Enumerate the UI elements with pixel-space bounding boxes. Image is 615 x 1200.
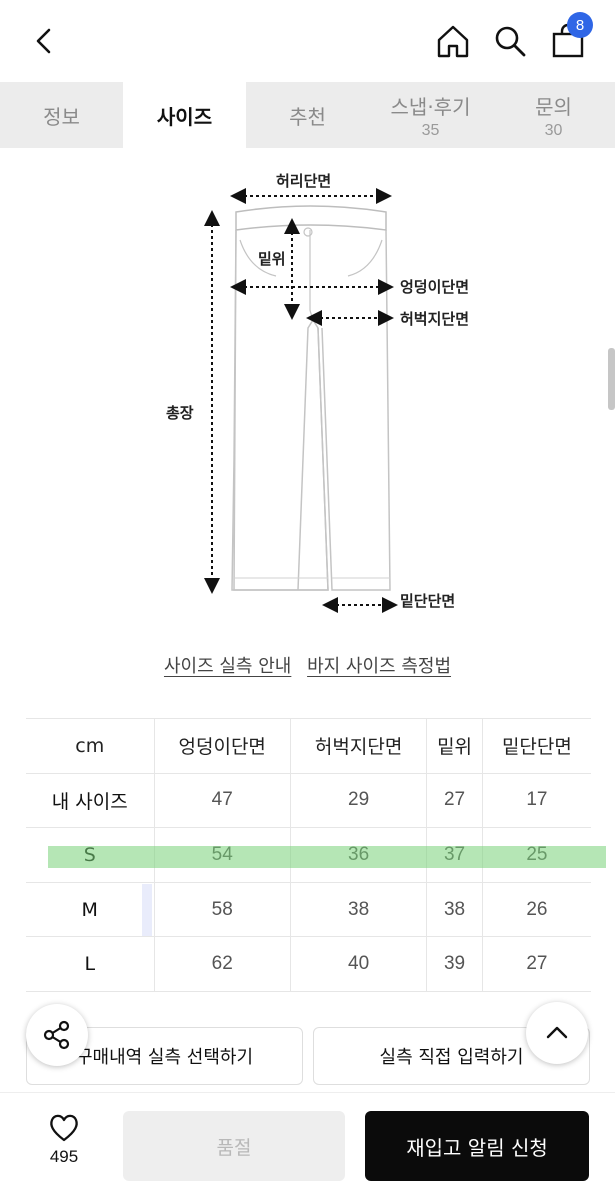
row-label: L [26,936,155,992]
table-cell: 25 [482,827,591,883]
pants-size-diagram: 허리단면 밑위 엉덩이단면 허벅지단면 총장 밑단단면 [150,160,490,620]
table-cell: 39 [426,936,483,992]
table-cell: 27 [482,936,591,992]
table-cell: 38 [426,882,483,938]
like-button[interactable]: 495 [34,1113,94,1167]
tab-info[interactable]: 정보 [0,82,123,148]
row-label: M [26,882,155,938]
top-app-bar: 8 [0,0,615,82]
page-scrollbar[interactable] [608,348,615,410]
bottom-purchase-bar: 495 품절 재입고 알림 신청 [0,1092,615,1200]
thigh-label: 허벅지단면 [400,310,470,328]
search-button[interactable] [487,18,533,64]
restock-alert-button[interactable]: 재입고 알림 신청 [365,1111,589,1181]
tab-count: 35 [421,121,440,139]
tab-snap-review[interactable]: 스냅·후기 35 [369,82,492,148]
tab-count: 30 [544,121,563,139]
table-cell: 62 [154,936,291,992]
button-label: 재입고 알림 신청 [406,1135,548,1160]
hem-label: 밑단단면 [400,592,456,610]
section-tabs: 정보 사이즈 추천 스냅·후기 35 문의 30 [0,82,615,148]
tab-label: 사이즈 [156,104,213,129]
button-label: 구매내역 실측 선택하기 [75,1047,254,1068]
search-icon [495,26,526,57]
cart-button[interactable]: 8 [545,12,593,64]
tab-label: 추천 [289,104,326,129]
row-label: S [26,827,155,883]
hip-label: 엉덩이단면 [400,278,470,296]
share-icon [43,1020,70,1050]
waist-label: 허리단면 [276,172,332,190]
table-cell: 26 [482,882,591,938]
size-table: cm 엉덩이단면 허벅지단면 밑위 밑단단면 내 사이즈 47 29 27 17… [26,718,591,992]
button-label: 실측 직접 입력하기 [379,1047,524,1068]
tab-recommend[interactable]: 추천 [246,82,369,148]
like-count: 495 [49,1147,79,1166]
tab-inquiry[interactable]: 문의 30 [492,82,615,148]
table-header: 밑단단면 [482,718,591,774]
table-cell: 58 [154,882,291,938]
table-header-row: cm 엉덩이단면 허벅지단면 밑위 밑단단면 [26,718,591,774]
rise-label: 밑위 [258,250,286,268]
tab-label: 스냅·후기 [390,94,471,119]
table-header: 허벅지단면 [290,718,428,774]
pants-illustration [204,188,398,613]
back-button[interactable] [22,18,68,64]
cart-count-badge: 8 [567,12,593,38]
home-button[interactable] [430,18,476,64]
table-cell: 37 [426,827,483,883]
tab-label: 문의 [535,94,572,119]
table-cell: 29 [290,773,428,829]
table-header: 밑위 [426,718,483,774]
tab-label: 정보 [43,104,80,129]
table-row-l[interactable]: L 62 40 39 27 [26,936,591,992]
table-row-m[interactable]: M 58 38 38 26 [26,882,591,938]
heart-icon [50,1114,78,1142]
table-cell: 17 [482,773,591,829]
table-header: cm [26,718,155,774]
table-header: 엉덩이단면 [154,718,291,774]
table-cell: 27 [426,773,483,829]
table-scroll-indicator [142,884,152,936]
table-cell: 38 [290,882,428,938]
chevron-left-icon [36,28,51,54]
table-cell: 36 [290,827,428,883]
home-icon [437,25,469,58]
measurement-method-link[interactable]: 바지 사이즈 측정법 [307,656,451,677]
size-guide-link[interactable]: 사이즈 실측 안내 [164,656,291,677]
size-guide-links: 사이즈 실측 안내 바지 사이즈 측정법 [0,652,615,678]
soldout-button: 품절 [123,1111,345,1181]
row-label: 내 사이즈 [26,773,155,829]
table-cell: 54 [154,827,291,883]
length-label: 총장 [166,404,194,422]
share-button[interactable] [26,1004,88,1066]
chevron-up-icon [546,1026,568,1039]
tab-size[interactable]: 사이즈 [123,82,246,148]
button-label: 품절 [216,1136,252,1159]
table-cell: 40 [290,936,428,992]
scroll-to-top-button[interactable] [526,1002,588,1064]
table-cell: 47 [154,773,291,829]
table-row-s[interactable]: S 54 36 37 25 [26,827,591,883]
table-row-my-size[interactable]: 내 사이즈 47 29 27 17 [26,773,591,829]
